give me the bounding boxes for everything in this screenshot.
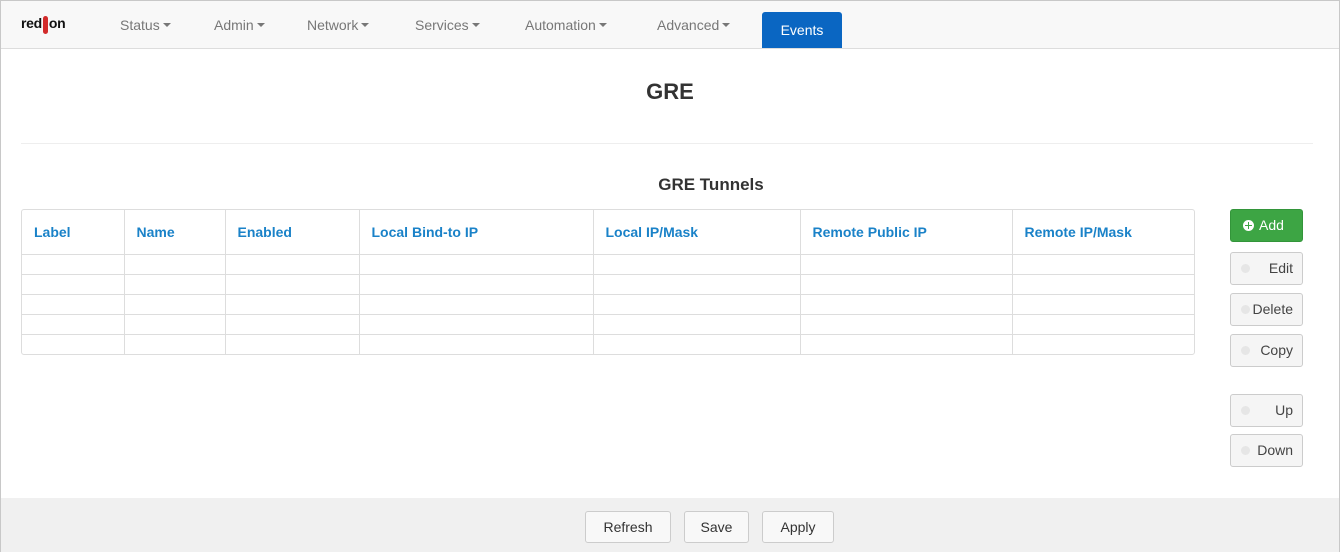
table-cell [22, 293, 124, 314]
arrow-up-icon [1241, 406, 1250, 415]
nav-services-label: Services [415, 17, 469, 33]
table-cell [123, 313, 225, 334]
top-navbar: red on Status Admin Network Services Auto… [1, 1, 1339, 49]
nav-events[interactable]: Events [762, 12, 842, 48]
red-lion-logo[interactable]: red on [21, 15, 66, 34]
caret-down-icon [722, 23, 731, 27]
column-header-local-bind-ip[interactable]: Local Bind-to IP [358, 210, 593, 255]
table-cell [799, 293, 1012, 314]
add-button-label: Add [1259, 217, 1284, 233]
nav-advanced-label: Advanced [657, 17, 720, 33]
table-cell [358, 333, 593, 354]
nav-network[interactable]: Network [307, 1, 370, 49]
table-cell [22, 333, 124, 354]
table-cell [799, 333, 1012, 354]
table-cell [22, 313, 124, 334]
delete-button[interactable]: Delete [1230, 293, 1303, 326]
table-cell [799, 253, 1012, 274]
edit-button[interactable]: Edit [1230, 252, 1303, 285]
nav-services[interactable]: Services [415, 1, 480, 49]
caret-down-icon [471, 23, 480, 27]
footer-bar: Refresh Save Apply [1, 498, 1339, 552]
caret-down-icon [256, 23, 265, 27]
table-row[interactable] [22, 253, 1194, 274]
column-header-label[interactable]: Label [22, 210, 124, 255]
copy-button-label: Copy [1260, 342, 1293, 358]
down-button-label: Down [1257, 442, 1293, 458]
edit-button-label: Edit [1268, 260, 1293, 276]
copy-button[interactable]: Copy [1230, 334, 1303, 367]
table-row[interactable] [22, 313, 1194, 334]
table-cell [358, 273, 593, 294]
page-title: GRE [646, 79, 694, 104]
nav-status-label: Status [120, 17, 160, 33]
table-cell [358, 293, 593, 314]
down-button[interactable]: Down [1230, 434, 1303, 467]
table-header-row: Label Name Enabled Local Bind-to IP Loca… [22, 210, 1194, 255]
table-cell [123, 293, 225, 314]
save-button[interactable]: Save [684, 511, 749, 543]
table-cell [358, 313, 593, 334]
table-cell [123, 253, 225, 274]
gre-tunnels-table: Label Name Enabled Local Bind-to IP Loca… [21, 209, 1195, 355]
apply-button[interactable]: Apply [762, 511, 834, 543]
column-header-enabled[interactable]: Enabled [224, 210, 359, 255]
nav-admin[interactable]: Admin [214, 1, 265, 49]
table-cell [224, 333, 359, 354]
column-header-local-ip-mask[interactable]: Local IP/Mask [592, 210, 800, 255]
plus-circle-icon [1243, 220, 1254, 231]
nav-advanced[interactable]: Advanced [657, 1, 731, 49]
nav-network-label: Network [307, 17, 359, 33]
divider [21, 143, 1313, 144]
delete-button-label: Delete [1252, 301, 1293, 317]
table-cell [22, 253, 124, 274]
table-cell [1011, 273, 1194, 294]
section-title: GRE Tunnels [658, 175, 764, 194]
table-cell [123, 273, 225, 294]
table-cell [22, 273, 124, 294]
table-cell [224, 273, 359, 294]
table-cell [224, 313, 359, 334]
table-cell [592, 253, 800, 274]
copy-icon [1241, 346, 1250, 355]
logo-text-right: on [48, 15, 66, 31]
nav-admin-label: Admin [214, 17, 254, 33]
arrow-down-icon [1241, 446, 1250, 455]
table-cell [592, 273, 800, 294]
table-cell [592, 313, 800, 334]
table-cell [799, 273, 1012, 294]
caret-down-icon [598, 23, 607, 27]
refresh-button[interactable]: Refresh [585, 511, 671, 543]
table-cell [1011, 293, 1194, 314]
app-frame: red on Status Admin Network Services Auto… [0, 0, 1340, 552]
table-cell [224, 253, 359, 274]
caret-down-icon [162, 23, 171, 27]
table-row[interactable] [22, 333, 1194, 354]
table-cell [1011, 333, 1194, 354]
table-cell [224, 293, 359, 314]
column-header-remote-public-ip[interactable]: Remote Public IP [799, 210, 1012, 255]
table-cell [1011, 313, 1194, 334]
nav-automation[interactable]: Automation [525, 1, 607, 49]
logo-text-left: red [21, 15, 42, 31]
table-cell [592, 293, 800, 314]
table-cell [1011, 253, 1194, 274]
table-cell [358, 253, 593, 274]
caret-down-icon [361, 23, 370, 27]
table-cell [592, 333, 800, 354]
up-button-label: Up [1275, 402, 1293, 418]
table-cell [799, 313, 1012, 334]
minus-circle-icon [1241, 305, 1250, 314]
table-cell [123, 333, 225, 354]
column-header-name[interactable]: Name [123, 210, 225, 255]
edit-icon [1241, 264, 1250, 273]
logo-mark-icon [42, 16, 48, 34]
add-button[interactable]: Add [1230, 209, 1303, 242]
table-row[interactable] [22, 293, 1194, 314]
nav-status[interactable]: Status [120, 1, 171, 49]
table-row[interactable] [22, 273, 1194, 294]
nav-automation-label: Automation [525, 17, 596, 33]
column-header-remote-ip-mask[interactable]: Remote IP/Mask [1011, 210, 1194, 255]
up-button[interactable]: Up [1230, 394, 1303, 427]
